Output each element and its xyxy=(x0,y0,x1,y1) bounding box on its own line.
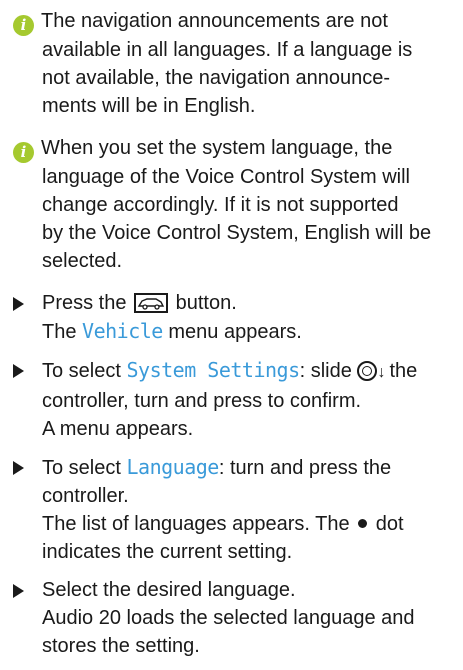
step-text: A menu appears. xyxy=(42,418,194,440)
manual-page: i The navigation announcements are not av… xyxy=(0,0,463,670)
step-text: menu appears. xyxy=(168,321,302,343)
info-note-voice-control: i When you set the system language, the l… xyxy=(13,134,453,275)
note-text: When you set the system language, the xyxy=(41,137,393,159)
step-text: Select the desired language. xyxy=(42,579,296,601)
step-select-desired-language: Select the desired language. Audio 20 lo… xyxy=(13,576,453,660)
step-text: The list of languages appears. The xyxy=(42,513,350,535)
info-icon: i xyxy=(13,15,34,36)
step-text: To select xyxy=(42,360,121,382)
step-text: stores the setting. xyxy=(42,635,200,657)
step-text: button. xyxy=(175,292,237,314)
step-text: indicates the current setting. xyxy=(42,541,293,563)
note-text: not available, the navigation announce- xyxy=(42,67,391,89)
bullet-triangle-icon xyxy=(13,297,24,311)
step-select-system-settings: To select System Settings: slide ↓ the co… xyxy=(13,356,453,443)
bullet-triangle-icon xyxy=(13,364,24,378)
step-text: controller, turn and press to confirm. xyxy=(42,390,362,412)
step-text: Audio 20 loads the selected language and xyxy=(42,607,415,629)
controller-icon xyxy=(357,361,378,381)
step-text: To select xyxy=(42,457,121,479)
note-text: by the Voice Control System, English wil… xyxy=(42,222,432,244)
menu-name-system-settings: System Settings xyxy=(126,358,301,382)
arrow-down-icon: ↓ xyxy=(377,364,386,381)
bullet-dot-icon xyxy=(358,519,368,528)
step-text: controller. xyxy=(42,485,129,507)
step-text: : turn and press the xyxy=(218,457,392,479)
note-text: selected. xyxy=(42,250,123,272)
menu-name-vehicle: Vehicle xyxy=(82,319,163,343)
vehicle-button-icon xyxy=(134,293,169,313)
step-text: : slide xyxy=(299,360,352,382)
step-text: dot xyxy=(375,513,404,535)
info-note-navigation: i The navigation announcements are not av… xyxy=(13,7,453,120)
bullet-triangle-icon xyxy=(13,584,24,598)
note-text: The navigation announcements are not xyxy=(41,10,388,32)
note-text: change accordingly. If it is not support… xyxy=(42,194,399,216)
step-select-language: To select Language: turn and press the c… xyxy=(13,453,453,566)
step-press-vehicle-button: Press the button. The Vehicle menu appea… xyxy=(13,289,453,346)
note-text: ments will be in English. xyxy=(42,95,256,117)
bullet-triangle-icon xyxy=(13,461,24,475)
step-text: the xyxy=(389,360,418,382)
note-text: available in all languages. If a languag… xyxy=(42,39,413,61)
info-icon: i xyxy=(13,142,34,163)
step-text: Press the xyxy=(42,292,127,314)
menu-name-language: Language xyxy=(126,455,220,479)
note-text: language of the Voice Control System wil… xyxy=(42,166,410,188)
step-text: The xyxy=(42,321,77,343)
